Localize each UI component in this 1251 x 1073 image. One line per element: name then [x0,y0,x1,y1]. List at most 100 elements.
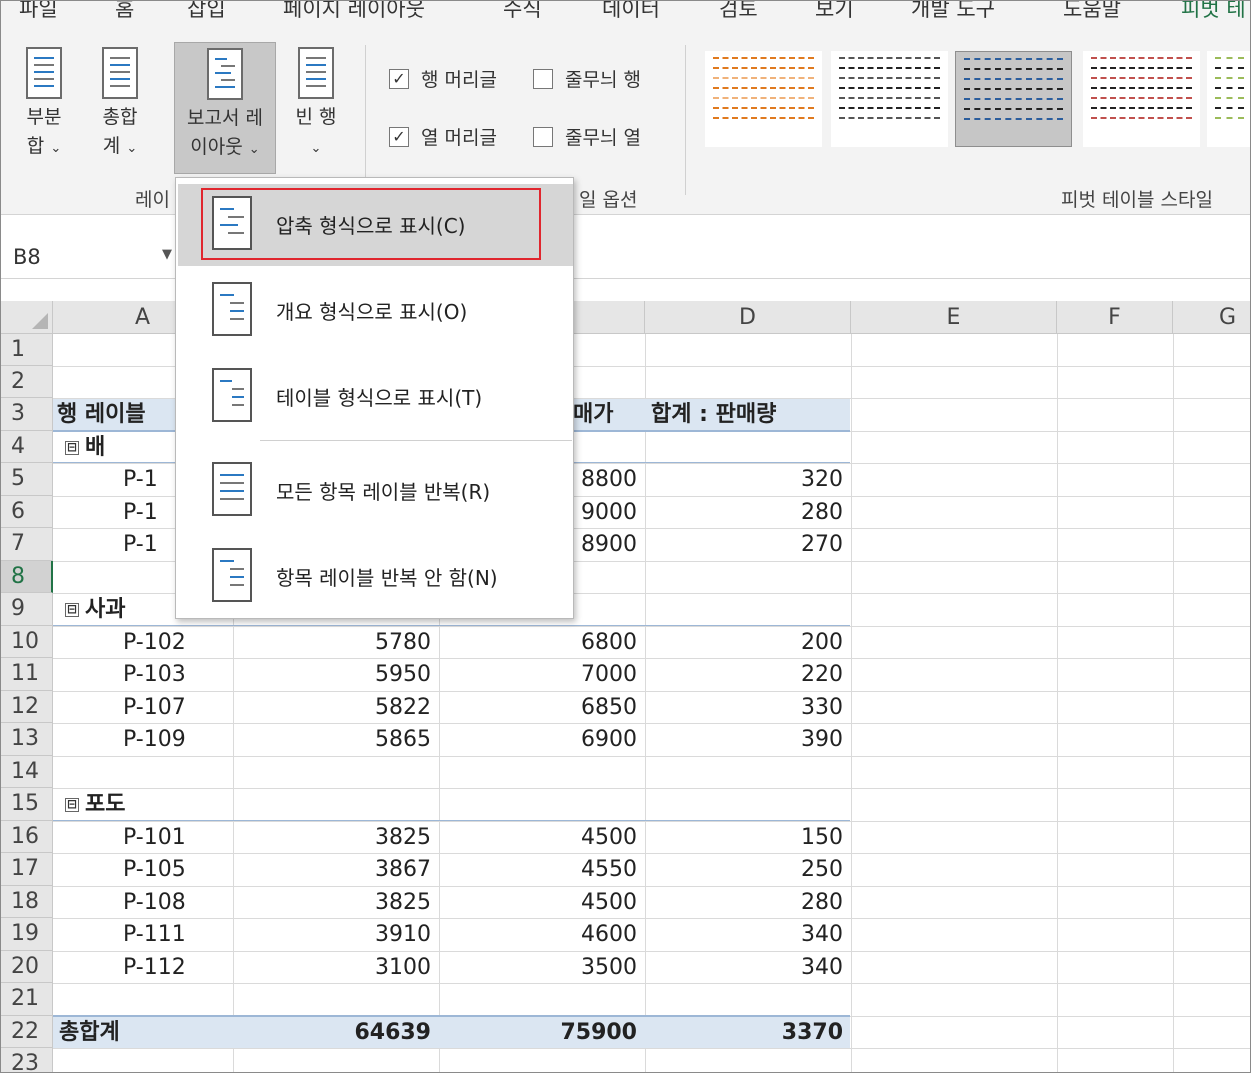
dropdown-arrow-icon[interactable]: ▼ [162,247,172,262]
pivot-value-cell[interactable]: 4600 [441,919,637,950]
pivot-value-cell[interactable]: 7000 [441,659,637,690]
tab-insert[interactable]: 삽입 [187,1,226,23]
row-header[interactable]: 17 [1,853,53,886]
pivot-item-label[interactable]: P-109 [123,724,186,755]
pivot-value-cell[interactable]: 340 [647,952,843,983]
pivot-value-cell[interactable]: 5822 [235,692,431,723]
pivot-grand-total-value[interactable]: 75900 [441,1017,637,1048]
pivot-item-label[interactable]: P-105 [123,854,186,885]
row-header[interactable]: 7 [1,528,53,561]
row-header[interactable]: 22 [1,1016,53,1048]
row-header[interactable]: 16 [1,821,53,853]
pivot-value-cell[interactable]: 5780 [235,627,431,658]
tab-pivot-design[interactable]: 피벗 테 [1181,1,1246,23]
row-header[interactable]: 21 [1,983,53,1016]
pivot-group-label[interactable]: ⊟ 배 [65,432,105,463]
tab-page-layout[interactable]: 페이지 레이아웃 [283,1,425,23]
row-header[interactable]: 5 [1,463,53,496]
pivot-value-cell[interactable]: 250 [647,854,843,885]
pivot-value-cell[interactable]: 4500 [441,822,637,853]
row-header[interactable]: 4 [1,431,53,463]
tab-view[interactable]: 보기 [815,1,854,23]
menu-item-repeat-labels[interactable]: 모든 항목 레이블 반복(R) [178,450,573,532]
collapse-icon[interactable]: ⊟ [65,603,79,617]
collapse-icon[interactable]: ⊟ [65,441,79,455]
tab-help[interactable]: 도움말 [1063,1,1121,23]
tab-review[interactable]: 검토 [719,1,758,23]
pivot-value-cell[interactable]: 6800 [441,627,637,658]
pivot-value-cell[interactable]: 5865 [235,724,431,755]
row-header-selected[interactable]: 8 [1,561,53,593]
row-header[interactable]: 20 [1,951,53,983]
pivot-item-label[interactable]: P-102 [123,627,186,658]
row-header[interactable]: 9 [1,593,53,626]
column-header-f[interactable]: F [1057,301,1173,334]
tab-file[interactable]: 파일 [19,1,58,23]
pivot-style-green[interactable] [1207,51,1250,147]
pivot-item-label[interactable]: P-1 [123,464,158,495]
pivot-value-cell[interactable]: 220 [647,659,843,690]
pivot-item-label[interactable]: P-1 [123,529,158,560]
pivot-value-cell[interactable]: 280 [647,887,843,918]
grand-totals-button[interactable]: 총합 계 ⌄ [91,47,149,169]
pivot-value-cell[interactable]: 270 [647,529,843,560]
collapse-icon[interactable]: ⊟ [65,798,79,812]
pivot-grand-total-value[interactable]: 3370 [647,1017,843,1048]
pivot-value-cell[interactable]: 3825 [235,887,431,918]
row-header[interactable]: 1 [1,334,53,366]
row-header[interactable]: 3 [1,398,53,431]
pivot-value-cell[interactable]: 3825 [235,822,431,853]
pivot-style-orange[interactable] [705,51,822,147]
banded-columns-checkbox[interactable]: 줄무늬 열 [533,123,641,150]
pivot-value-cell[interactable]: 3867 [235,854,431,885]
pivot-group-label[interactable]: ⊟ 사과 [65,594,125,625]
pivot-group-label[interactable]: ⊟ 포도 [65,789,125,820]
pivot-value-cell[interactable]: 6850 [441,692,637,723]
pivot-value-cell[interactable]: 150 [647,822,843,853]
blank-rows-button[interactable]: 빈 행 ⌄ [287,47,345,169]
pivot-style-blue-selected[interactable] [955,51,1072,147]
pivot-value-cell[interactable]: 3100 [235,952,431,983]
pivot-sum-price-header[interactable]: 매가 [573,399,613,430]
pivot-item-label[interactable]: P-111 [123,919,186,950]
report-layout-button[interactable]: 보고서 레 이아웃 ⌄ [174,42,276,174]
column-header-d[interactable]: D [645,301,851,334]
pivot-value-cell[interactable]: 320 [647,464,843,495]
pivot-grand-total-label[interactable]: 총합계 [59,1017,120,1048]
menu-item-outline-form[interactable]: 개요 형식으로 표시(O) [178,270,573,352]
subtotals-button[interactable]: 부분 합 ⌄ [15,47,73,169]
row-header[interactable]: 10 [1,626,53,658]
tab-data[interactable]: 데이터 [602,1,660,23]
tab-home[interactable]: 홈 [115,1,134,23]
row-header[interactable]: 15 [1,788,53,821]
row-header[interactable]: 18 [1,886,53,918]
pivot-value-cell[interactable]: 6900 [441,724,637,755]
pivot-style-red[interactable] [1083,51,1200,147]
pivot-row-labels-header[interactable]: 행 레이블 [57,399,146,430]
select-all-corner[interactable] [1,301,53,334]
pivot-value-cell[interactable]: 4550 [441,854,637,885]
row-header[interactable]: 13 [1,723,53,756]
row-header[interactable]: 23 [1,1048,53,1072]
pivot-value-cell[interactable]: 5950 [235,659,431,690]
column-header-e[interactable]: E [851,301,1057,334]
pivot-style-gray[interactable] [831,51,948,147]
pivot-item-label[interactable]: P-112 [123,952,186,983]
tab-developer[interactable]: 개발 도구 [911,1,995,23]
row-headers-checkbox[interactable]: ✓ 행 머리글 [389,65,497,92]
row-header[interactable]: 2 [1,366,53,398]
pivot-value-cell[interactable]: 3500 [441,952,637,983]
menu-item-no-repeat-labels[interactable]: 항목 레이블 반복 안 함(N) [178,536,573,618]
pivot-grand-total-value[interactable]: 64639 [235,1017,431,1048]
tab-formulas[interactable]: 수식 [503,1,542,23]
row-header[interactable]: 19 [1,918,53,951]
pivot-value-cell[interactable]: 390 [647,724,843,755]
row-header[interactable]: 12 [1,691,53,723]
row-header[interactable]: 6 [1,496,53,528]
menu-item-tabular-form[interactable]: 테이블 형식으로 표시(T) [178,356,573,438]
row-header[interactable]: 11 [1,658,53,691]
name-box[interactable]: B8 ▼ [1,239,179,279]
column-headers-checkbox[interactable]: ✓ 열 머리글 [389,123,497,150]
banded-rows-checkbox[interactable]: 줄무늬 행 [533,65,641,92]
pivot-value-cell[interactable]: 3910 [235,919,431,950]
